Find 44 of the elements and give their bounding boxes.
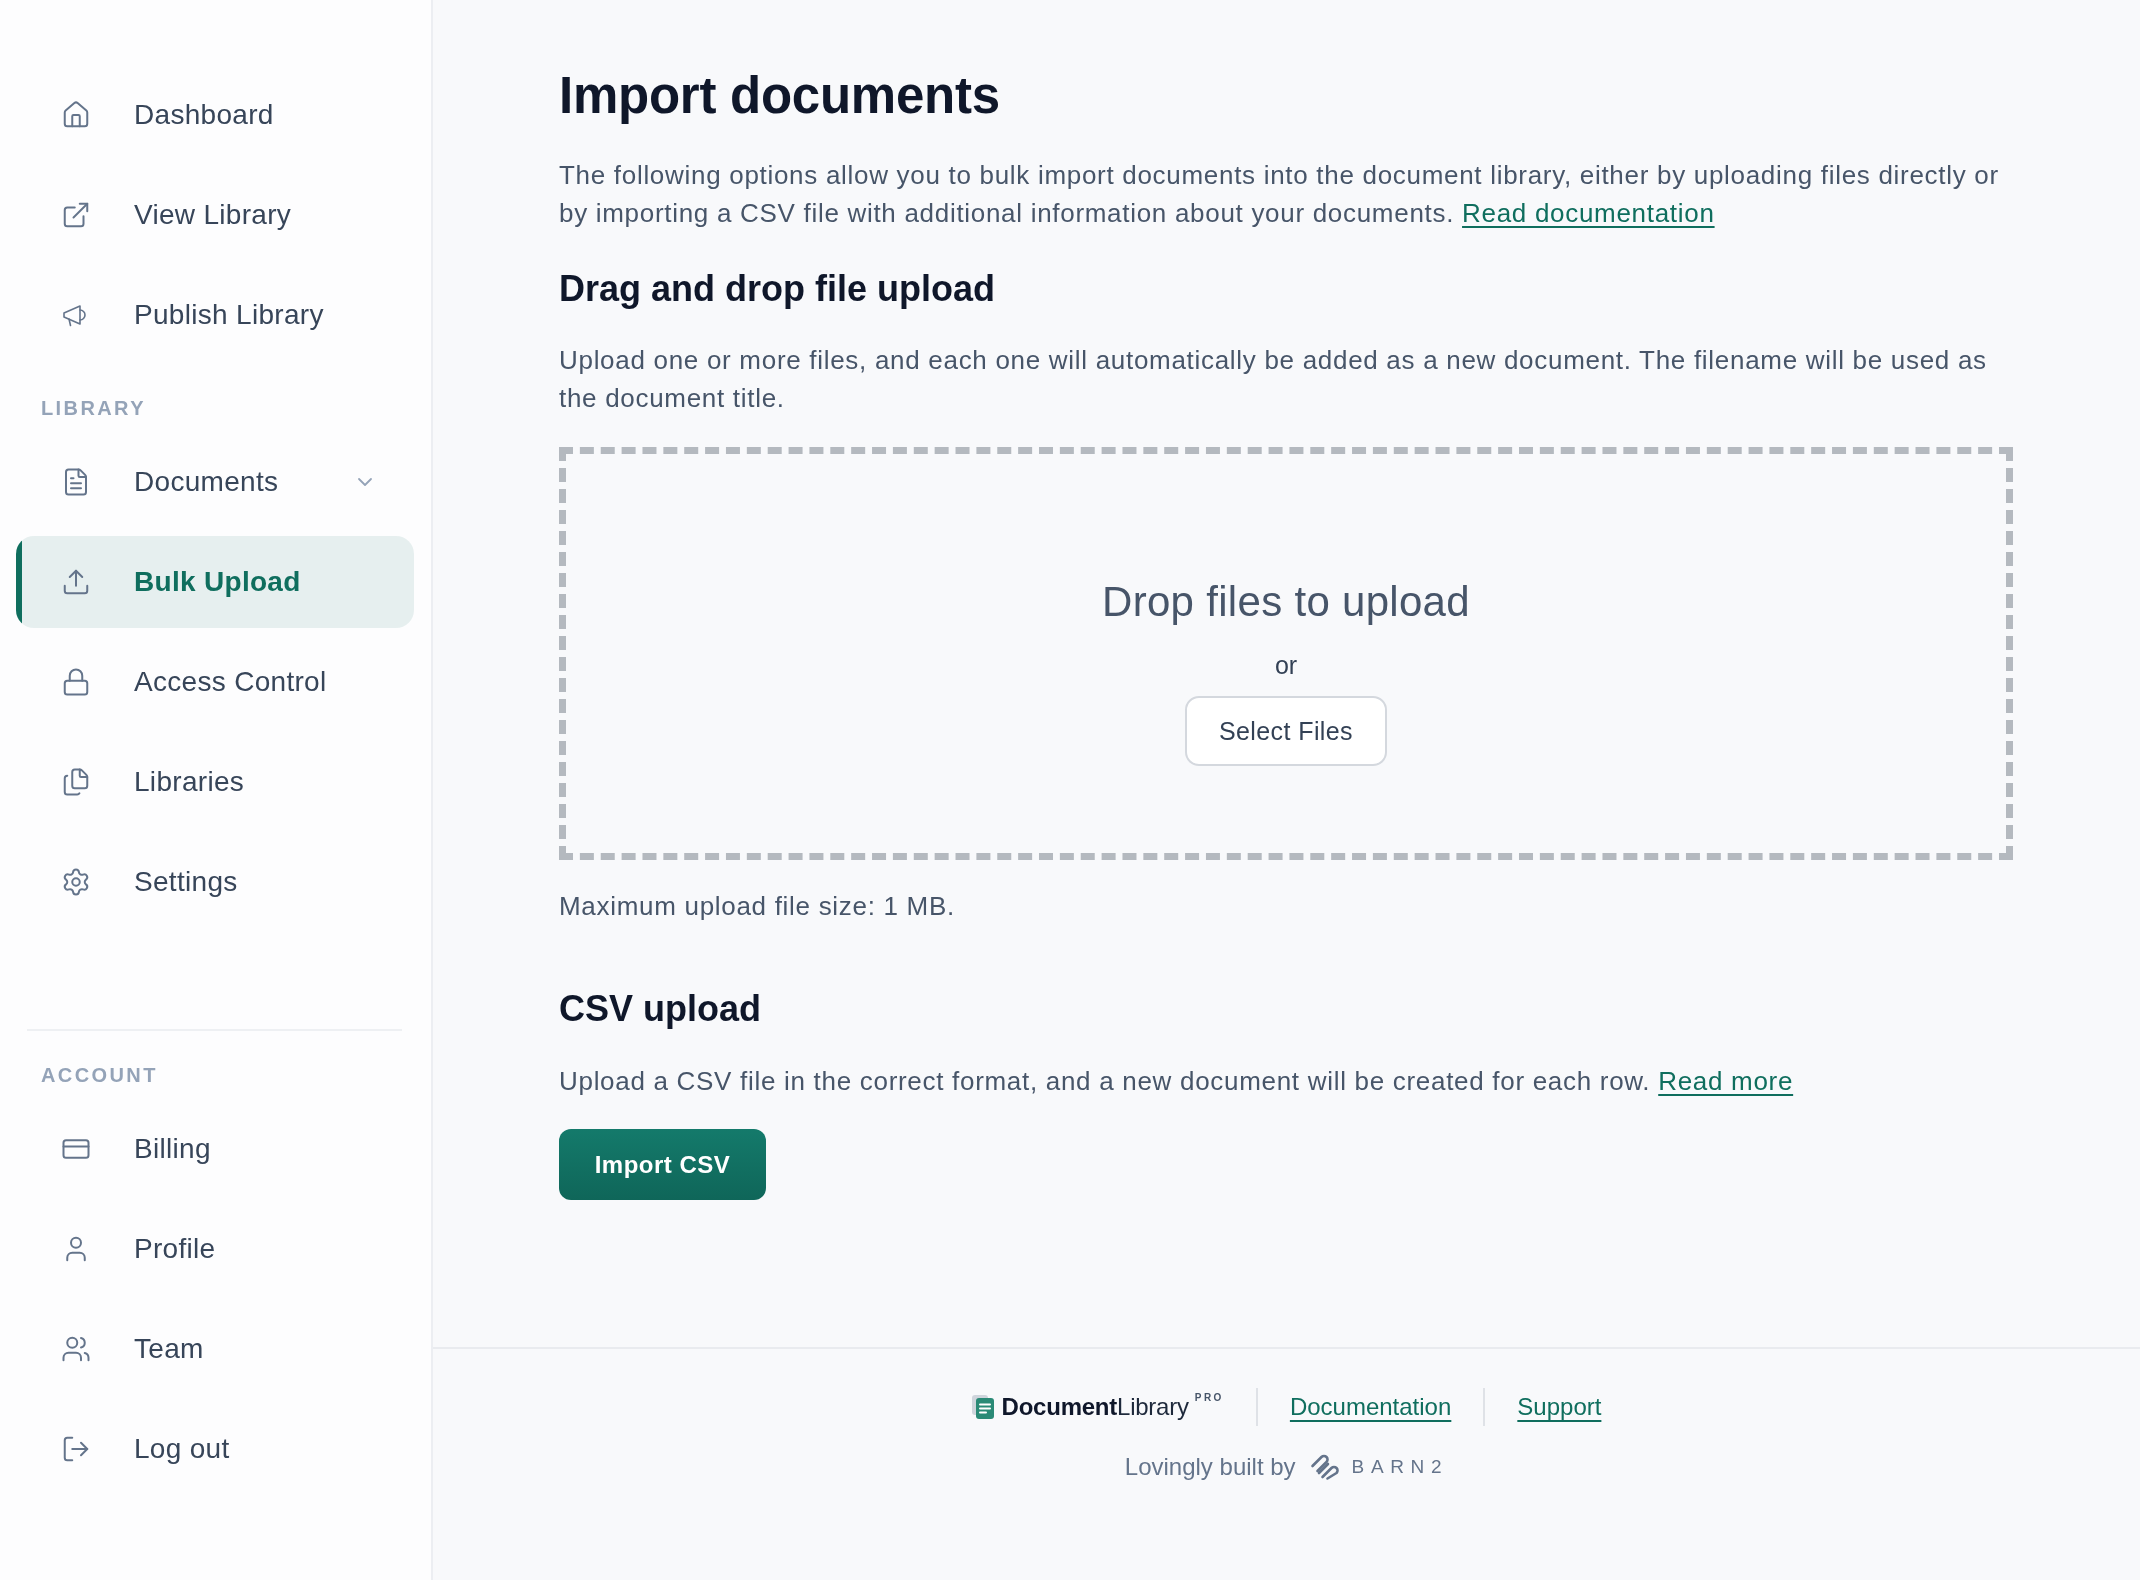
select-files-button[interactable]: Select Files — [1185, 696, 1387, 766]
sidebar-item[interactable]: Access Control — [16, 636, 414, 728]
sidebar-item[interactable]: Log out — [16, 1403, 414, 1495]
drop-prompt: Drop files to upload — [1102, 578, 1470, 626]
import-csv-button[interactable]: Import CSV — [559, 1129, 766, 1200]
external-link-icon — [61, 200, 91, 230]
sidebar-item[interactable]: Settings — [16, 836, 414, 928]
upload-icon — [61, 567, 91, 597]
documentation-link[interactable]: Read documentation — [1462, 198, 1715, 228]
edition-label: PRO — [1194, 1392, 1224, 1403]
credit-text: Lovingly built by — [1124, 1453, 1296, 1481]
document-logo-icon — [971, 1395, 994, 1419]
chain-link-icon — [1309, 1453, 1340, 1481]
page-title: Import documents — [559, 66, 1001, 126]
separator-text: or — [1274, 650, 1298, 681]
sidebar-item[interactable]: Bulk Upload — [16, 536, 414, 628]
footer-link[interactable]: Support — [1517, 1393, 1602, 1421]
intro-text: The following options allow you to bulk import documents into the document library, either by uploading files directly or by importing a CSV file with additional information about your documents. Read documentation — [559, 159, 2000, 230]
home-icon — [61, 100, 91, 130]
section-heading: LIBRARY — [40, 396, 147, 420]
settings-icon — [61, 867, 91, 897]
users-icon — [61, 1334, 91, 1364]
brand-wordmark: BARN2 — [1351, 1456, 1449, 1478]
product-name: DocumentLibrary — [1001, 1393, 1189, 1421]
sidebar-item[interactable]: Dashboard — [16, 69, 414, 161]
logout-icon — [61, 1434, 91, 1464]
section-title: CSV upload — [559, 987, 762, 1031]
sidebar-item[interactable]: Libraries — [16, 736, 414, 828]
sidebar-item[interactable]: Documents — [16, 436, 414, 528]
section-description: Upload one or more files, and each one will automatically be added as a new document. The filename will be used as the document title. — [559, 344, 1988, 415]
sidebar-item[interactable]: Publish Library — [16, 269, 414, 361]
size-note: Maximum upload file size: 1 MB. — [559, 890, 956, 923]
read-more-link[interactable]: Read more — [1658, 1066, 1794, 1096]
sidebar-item[interactable]: View Library — [16, 169, 414, 261]
drop-zone[interactable]: Drop files to upload or Select Files — [559, 447, 2013, 860]
footer-link[interactable]: Documentation — [1289, 1393, 1452, 1421]
sidebar-item[interactable]: Billing — [16, 1103, 414, 1195]
sidebar-item[interactable]: Team — [16, 1303, 414, 1395]
sidebar-item[interactable]: Profile — [16, 1203, 414, 1295]
section-title: Drag and drop file upload — [559, 267, 996, 311]
section-heading: ACCOUNT — [40, 1063, 159, 1087]
lock-icon — [61, 667, 91, 697]
section-description: Upload a CSV file in the correct format, and a new document will be created for each row. Read more — [559, 1065, 1795, 1098]
file-stack-icon — [61, 767, 91, 797]
